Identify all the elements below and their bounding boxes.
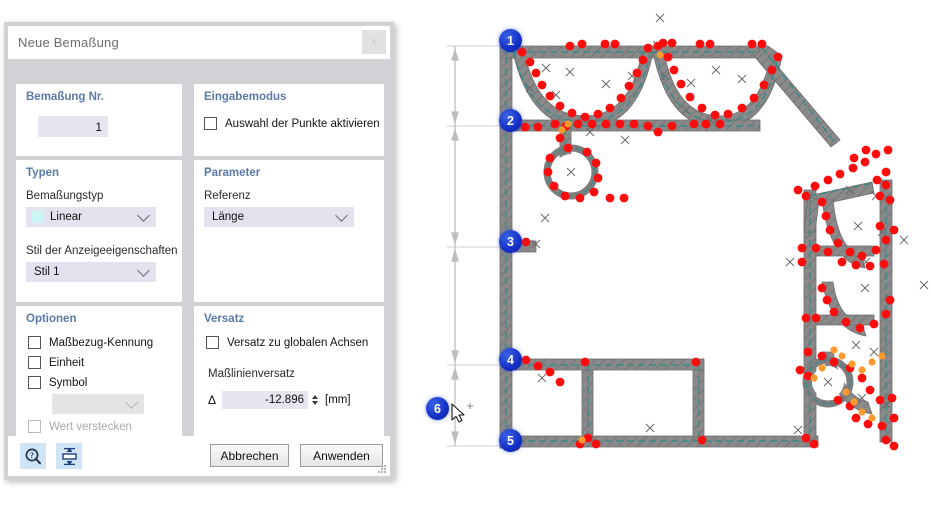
checkbox-label: Symbol bbox=[49, 376, 88, 389]
checkbox-box-icon bbox=[28, 420, 41, 433]
close-icon[interactable]: x bbox=[362, 30, 386, 54]
cancel-button[interactable]: Abbrechen bbox=[210, 444, 289, 467]
chevron-down-icon bbox=[335, 208, 348, 222]
checkbox-dimension-reference-id[interactable]: Maßbezug-Kennung bbox=[28, 336, 153, 349]
label-display-property-style: Stil der Anzeigeeigenschaften bbox=[26, 245, 178, 257]
checkbox-unit[interactable]: Einheit bbox=[28, 356, 84, 369]
dropdown-reference-value: Länge bbox=[212, 211, 244, 223]
svg-text:?: ? bbox=[30, 451, 34, 460]
checkbox-label: Wert verstecken bbox=[49, 420, 132, 433]
delta-symbol: Δ bbox=[208, 393, 217, 407]
node-badge-4[interactable]: 4 bbox=[499, 348, 522, 371]
checkbox-box-icon bbox=[28, 336, 41, 349]
checkbox-symbol[interactable]: Symbol bbox=[28, 376, 87, 389]
dialog-footer: ? Abbrechen Anwenden bbox=[8, 436, 390, 476]
help-magnifier-icon[interactable]: ? bbox=[20, 443, 46, 469]
dropdown-symbol[interactable] bbox=[52, 394, 144, 414]
cad-model-view[interactable]: 1 2 3 4 5 6 bbox=[410, 0, 933, 512]
chevron-down-icon bbox=[125, 395, 138, 409]
dropdown-display-property-style-value: Stil 1 bbox=[34, 266, 60, 278]
offset-value-text: -12.896 bbox=[264, 394, 304, 406]
dialog-title: Neue Bemaßung bbox=[18, 35, 119, 50]
spinner-arrows-icon[interactable] bbox=[312, 395, 318, 405]
checkbox-offset-global-axes[interactable]: Versatz zu globalen Achsen bbox=[206, 336, 368, 349]
dimension-style-icon[interactable] bbox=[56, 443, 82, 469]
label-dimension-type: Bemaßungstyp bbox=[26, 190, 104, 202]
node-badge-1[interactable]: 1 bbox=[499, 29, 522, 52]
panel-title-parameter: Parameter bbox=[204, 167, 261, 179]
checkbox-label: Versatz zu globalen Achsen bbox=[227, 336, 369, 349]
checkbox-label: Auswahl der Punkte aktivieren bbox=[225, 117, 380, 130]
checkbox-box-icon bbox=[28, 376, 41, 389]
spinner-up-icon[interactable] bbox=[312, 395, 318, 399]
label-reference: Referenz bbox=[204, 190, 251, 202]
panel-types: Typen Bemaßungstyp Linear Stil der Anzei… bbox=[16, 160, 182, 302]
panel-parameter: Parameter Referenz Länge bbox=[194, 160, 384, 302]
dropdown-display-property-style[interactable]: Stil 1 bbox=[26, 262, 156, 282]
dimension-chain bbox=[447, 45, 506, 447]
panel-title-types: Typen bbox=[26, 167, 60, 179]
dropdown-dimension-type-value: Linear bbox=[50, 211, 82, 223]
chevron-down-icon bbox=[137, 263, 150, 277]
dropdown-dimension-type[interactable]: Linear bbox=[26, 207, 156, 227]
node-badge-3[interactable]: 3 bbox=[499, 230, 522, 253]
panel-title-options: Optionen bbox=[26, 313, 77, 325]
node-badge-5[interactable]: 5 bbox=[499, 429, 522, 452]
dialog-titlebar: Neue Bemaßung x bbox=[8, 26, 390, 59]
new-dimension-dialog: Neue Bemaßung x Bemaßung Nr. Eingabemodu… bbox=[4, 22, 394, 480]
spinner-down-icon[interactable] bbox=[312, 401, 318, 405]
offset-unit-label: [mm] bbox=[325, 394, 351, 406]
offset-value-group: Δ -12.896 [mm] bbox=[208, 391, 351, 409]
checkbox-label: Maßbezug-Kennung bbox=[49, 336, 154, 349]
cad-drawing bbox=[447, 13, 929, 451]
panel-title-input-mode: Eingabemodus bbox=[204, 91, 287, 103]
panel-dimension-number: Bemaßung Nr. bbox=[16, 84, 182, 156]
checkbox-activate-point-selection[interactable]: Auswahl der Punkte aktivieren bbox=[204, 117, 380, 130]
checkbox-box-icon bbox=[28, 356, 41, 369]
resize-grip[interactable] bbox=[377, 464, 386, 473]
panel-title-offset: Versatz bbox=[204, 313, 245, 325]
chevron-down-icon bbox=[137, 208, 150, 222]
checkbox-box-icon bbox=[206, 336, 219, 349]
offset-value-input[interactable]: -12.896 bbox=[222, 391, 308, 409]
color-swatch-icon bbox=[31, 211, 43, 223]
checkbox-box-icon bbox=[204, 117, 217, 130]
dimension-number-input[interactable] bbox=[38, 116, 108, 137]
apply-button[interactable]: Anwenden bbox=[300, 444, 383, 467]
panel-input-mode: Eingabemodus Auswahl der Punkte aktivier… bbox=[194, 84, 384, 156]
node-badge-6[interactable]: 6 bbox=[426, 397, 449, 420]
label-dimension-line-offset: Maßlinienversatz bbox=[208, 368, 295, 380]
dropdown-reference[interactable]: Länge bbox=[204, 207, 354, 227]
node-badge-2[interactable]: 2 bbox=[499, 109, 522, 132]
panel-title-dimension-number: Bemaßung Nr. bbox=[26, 91, 104, 103]
checkbox-label: Einheit bbox=[49, 356, 85, 369]
checkbox-hide-value[interactable]: Wert verstecken bbox=[28, 420, 132, 433]
